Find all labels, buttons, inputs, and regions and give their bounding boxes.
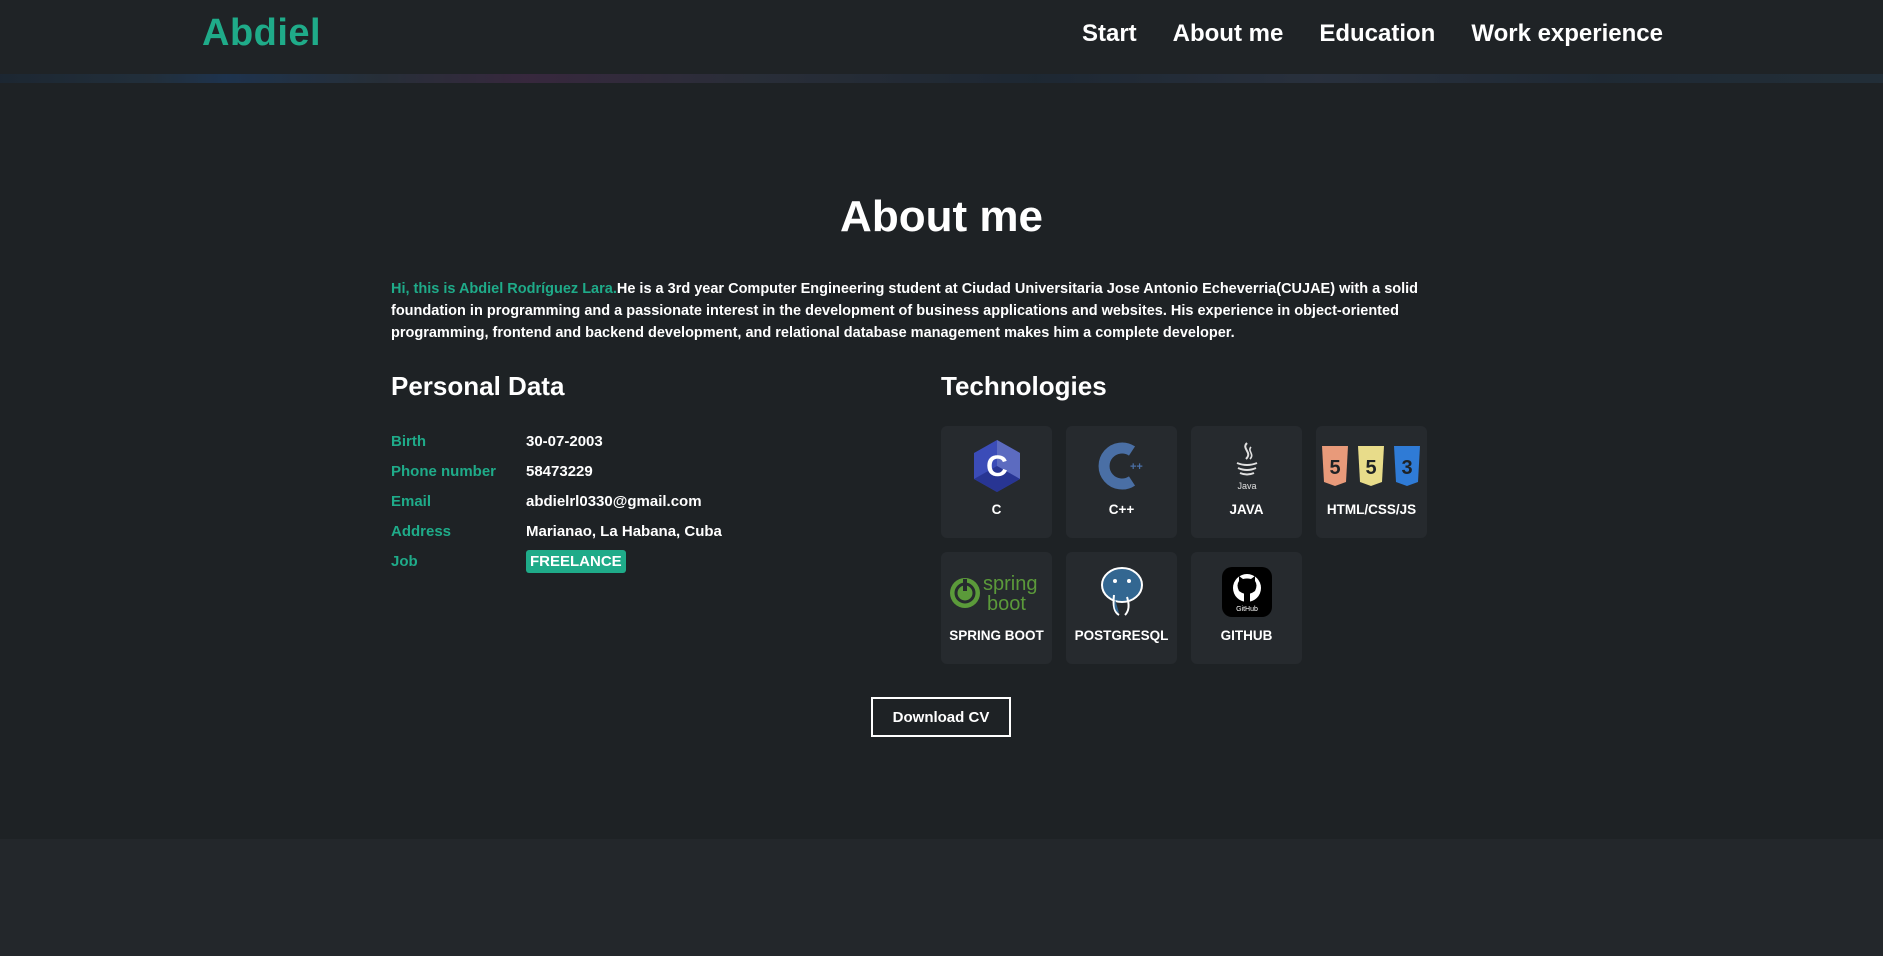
technologies-title: Technologies <box>941 371 1107 401</box>
nav-work-experience[interactable]: Work experience <box>1471 20 1663 48</box>
tech-card-java: Java JAVA <box>1191 426 1302 538</box>
svg-text:3: 3 <box>1401 457 1412 479</box>
pd-key: Address <box>391 522 452 540</box>
pd-row-phone: Phone number 58473229 <box>391 456 722 486</box>
tech-card-html-css-js: 5 5 3 HTML/CSS/JS <box>1316 426 1427 538</box>
tech-label: POSTGRESQL <box>1074 628 1169 643</box>
pd-row-email: Email abdielrl0330@gmail.com <box>391 486 722 516</box>
c-icon: C <box>972 438 1022 494</box>
download-cv-button[interactable]: Download CV <box>871 697 1011 737</box>
tech-label: GITHUB <box>1220 628 1273 643</box>
svg-text:Java: Java <box>1237 481 1256 491</box>
java-icon: Java <box>1227 438 1267 494</box>
hero-image-edge <box>0 74 1883 83</box>
section-title: About me <box>840 192 1043 241</box>
html-css-js-icon: 5 5 3 <box>1320 438 1424 494</box>
pd-value: Marianao, La Habana, Cuba <box>526 522 722 540</box>
pd-row-job: Job FREELANCE <box>391 546 722 576</box>
main-nav: Start About me Education Work experience <box>1082 20 1663 48</box>
pd-row-birth: Birth 30-07-2003 <box>391 426 722 456</box>
tech-label: HTML/CSS/JS <box>1326 502 1417 517</box>
technologies-grid: C C ++ C++ Java JAVA 5 5 3 HTML/CSS/JS s… <box>941 426 1427 664</box>
personal-data-list: Birth 30-07-2003 Phone number 58473229 E… <box>391 426 722 576</box>
intro-paragraph: Hi, this is Abdiel Rodríguez Lara.He is … <box>391 278 1431 344</box>
tech-label: C <box>991 502 1002 517</box>
tech-label: SPRING BOOT <box>949 628 1044 643</box>
spring-boot-icon: spring boot <box>947 564 1047 620</box>
svg-text:5: 5 <box>1365 457 1376 479</box>
nav-start[interactable]: Start <box>1082 20 1137 48</box>
pd-key: Email <box>391 492 432 510</box>
svg-text:++: ++ <box>1130 461 1143 473</box>
nav-education[interactable]: Education <box>1319 20 1435 48</box>
github-icon: GitHub <box>1221 564 1272 620</box>
pd-key: Birth <box>391 432 426 450</box>
nav-about-me[interactable]: About me <box>1173 20 1284 48</box>
top-navbar: Abdiel Start About me Education Work exp… <box>0 0 1883 74</box>
tech-card-c: C C <box>941 426 1052 538</box>
tech-card-spring-boot: spring boot SPRING BOOT <box>941 552 1052 664</box>
tech-label: C++ <box>1108 502 1135 517</box>
pd-key: Phone number <box>391 462 497 480</box>
pd-value: abdielrl0330@gmail.com <box>526 492 702 510</box>
svg-text:C: C <box>986 450 1008 483</box>
pd-key: Job <box>391 552 418 570</box>
postgresql-icon <box>1097 564 1147 620</box>
svg-text:GitHub: GitHub <box>1236 606 1258 613</box>
intro-highlight: Hi, this is Abdiel Rodríguez Lara. <box>391 281 617 297</box>
svg-text:5: 5 <box>1329 457 1340 479</box>
tech-card-postgresql: POSTGRESQL <box>1066 552 1177 664</box>
job-badge: FREELANCE <box>526 549 626 573</box>
brand-logo[interactable]: Abdiel <box>202 12 321 55</box>
tech-card-github: GitHub GITHUB <box>1191 552 1302 664</box>
personal-data-title: Personal Data <box>391 371 565 401</box>
cpp-icon: ++ <box>1096 438 1148 494</box>
pd-value: 30-07-2003 <box>526 432 603 450</box>
tech-label: JAVA <box>1229 502 1264 517</box>
pd-row-address: Address Marianao, La Habana, Cuba <box>391 516 722 546</box>
pd-value: 58473229 <box>526 462 593 480</box>
next-section-band <box>0 839 1883 956</box>
svg-text:spring: spring <box>983 573 1037 595</box>
svg-text:boot: boot <box>987 593 1026 615</box>
tech-card-cpp: ++ C++ <box>1066 426 1177 538</box>
